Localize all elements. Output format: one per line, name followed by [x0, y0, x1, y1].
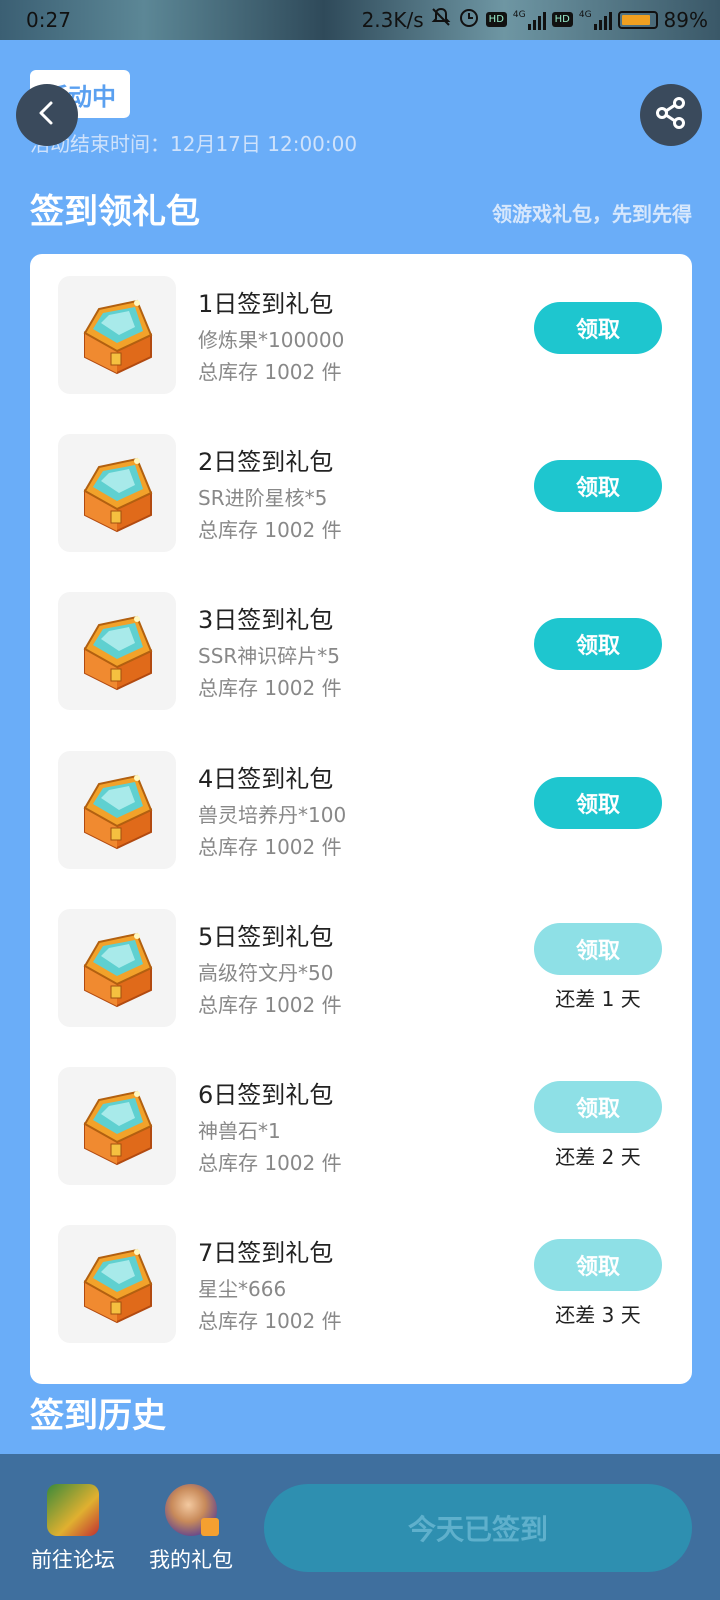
my-gifts-avatar-icon [165, 1484, 219, 1536]
gift-description: 高级符文丹*50 [198, 960, 334, 985]
treasure-chest-icon [58, 908, 176, 1027]
claim-button[interactable]: 领取 [534, 1239, 662, 1292]
gift-description: 兽灵培养丹*100 [198, 802, 347, 827]
signed-today-button[interactable]: 今天已签到 [264, 1484, 692, 1572]
gift-description: SSR神识碎片*5 [198, 644, 341, 669]
gift-row: 6日签到礼包神兽石*1 总库存 1002 件 领取还差 2 天 [30, 1045, 692, 1206]
battery-percent: 89% [663, 7, 708, 32]
gift-row: 2日签到礼包 SR进阶星核*5 总库存 1002 件 领取 [30, 412, 692, 573]
battery-icon [617, 10, 658, 29]
treasure-chest-icon [58, 276, 176, 394]
gift-row: 3日签到礼包 SSR神识碎片*5 总库存 1002 件 领取 [30, 570, 692, 731]
share-icon [654, 96, 688, 134]
gift-title: 3日签到礼包 [198, 606, 334, 635]
claim-button[interactable]: 领取 [534, 460, 662, 513]
gift-stock: 总库存 1002 件 [198, 992, 342, 1017]
net-speed: 2.3K/s [361, 7, 424, 32]
status-bar: 0:27 2.3K/s HD 4G HD 4G 89% [0, 0, 720, 40]
alarm-icon [458, 6, 480, 33]
status-time: 0:27 [26, 8, 71, 32]
gift-title: 2日签到礼包 [198, 448, 334, 477]
share-button[interactable] [640, 84, 702, 146]
forum-link[interactable]: 前往论坛 [18, 1484, 128, 1574]
gift-list-card: 1日签到礼包 修炼果*100000 总库存 1002 件领取 2日签到礼包 SR进阶星核… [30, 254, 692, 1384]
history-title: 签到历史 [30, 1396, 166, 1436]
gift-title: 6日签到礼包 [198, 1081, 334, 1109]
gift-stock: 总库存 1002 件 [198, 518, 342, 543]
forum-game-icon [47, 1484, 99, 1536]
hd-badge-1: HD [485, 12, 507, 27]
mute-bell-icon [430, 6, 452, 33]
days-remaining: 还差 1 天 [555, 986, 641, 1011]
gift-stock: 总库存 1002 件 [198, 1151, 342, 1175]
my-gifts-label: 我的礼包 [149, 1548, 233, 1572]
claim-button[interactable]: 领取 [534, 1081, 662, 1133]
treasure-chest-icon [58, 434, 176, 553]
bottom-bar: 前往论坛 我的礼包 今天已签到 [0, 1454, 720, 1600]
net-type-2: 4G [578, 9, 592, 20]
back-button[interactable] [16, 84, 78, 146]
gift-description: 修炼果*100000 [198, 328, 345, 352]
status-indicators: 2.3K/s HD 4G HD 4G 89% [362, 6, 708, 33]
gift-title: 7日签到礼包 [198, 1239, 334, 1268]
claim-button[interactable]: 领取 [534, 922, 662, 975]
claim-button[interactable]: 领取 [534, 302, 662, 354]
gift-stock: 总库存 1002 件 [198, 676, 342, 701]
claim-button[interactable]: 领取 [534, 776, 662, 829]
gift-title: 1日签到礼包 [198, 290, 334, 318]
days-remaining: 还差 2 天 [555, 1145, 641, 1169]
section-title: 签到领礼包 [30, 192, 200, 232]
net-type-1: 4G [512, 9, 526, 20]
signal-icon-1: 4G [513, 10, 546, 30]
gift-description: SR进阶星核*5 [198, 486, 328, 511]
treasure-chest-icon [58, 750, 176, 869]
gift-description: 星尘*666 [198, 1277, 287, 1302]
gift-description: 神兽石*1 [198, 1119, 281, 1143]
section-subtitle: 领游戏礼包，先到先得 [492, 202, 692, 226]
days-remaining: 还差 3 天 [555, 1303, 641, 1328]
treasure-chest-icon [58, 1225, 176, 1344]
gift-row: 1日签到礼包修炼果*100000 总库存 1002 件 领取 [30, 254, 692, 415]
chevron-left-icon [33, 99, 61, 131]
gift-title: 4日签到礼包 [198, 764, 334, 793]
activity-end-time: 活动结束时间：12月17日 12:00:00 [30, 132, 358, 156]
gift-row: 4日签到礼包兽灵培养丹*100 总库存 1002 件 领取 [30, 729, 692, 890]
gift-title: 5日签到礼包 [198, 922, 334, 951]
claim-button[interactable]: 领取 [534, 618, 662, 671]
gift-row: 7日签到礼包星尘*666 总库存 1002 件 领取还差 3 天 [30, 1203, 692, 1364]
signal-icon-2: 4G [579, 10, 612, 30]
gift-stock: 总库存 1002 件 [198, 1309, 342, 1334]
treasure-chest-icon [58, 1067, 176, 1185]
forum-label: 前往论坛 [31, 1548, 115, 1572]
gift-stock: 总库存 1002 件 [198, 360, 342, 384]
battery-fill [621, 14, 651, 25]
treasure-chest-icon [58, 592, 176, 711]
gift-stock: 总库存 1002 件 [198, 834, 342, 859]
gift-row: 5日签到礼包高级符文丹*50 总库存 1002 件 领取还差 1 天 [30, 887, 692, 1048]
hd-badge-2: HD [551, 12, 573, 27]
my-gifts-link[interactable]: 我的礼包 [136, 1484, 246, 1574]
